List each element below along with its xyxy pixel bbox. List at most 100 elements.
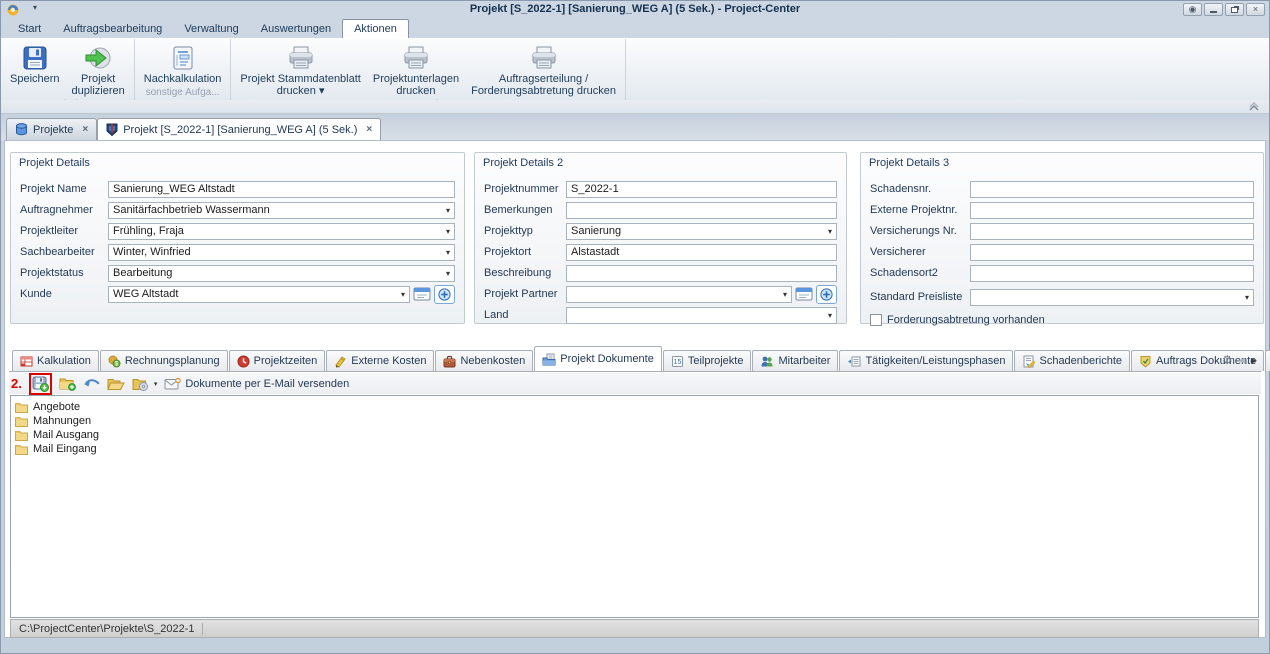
folder-archive-button[interactable]: ▾ xyxy=(132,377,158,391)
ribbon-tab-aktionen[interactable]: Aktionen xyxy=(342,19,409,38)
speichern-button[interactable]: Speichern xyxy=(4,41,66,87)
add-document-button[interactable] xyxy=(59,376,76,391)
dropdown-arrow-icon[interactable]: ▾ xyxy=(442,269,450,278)
kunde-add-button[interactable] xyxy=(434,284,455,304)
forderungsabtretung-checkbox[interactable] xyxy=(870,314,882,326)
ribbon-group-sonstige: Nachkalkulation sonstige Aufga... xyxy=(135,39,232,100)
dropdown-arrow-icon[interactable]: ▾ xyxy=(824,227,832,236)
project-shield-icon xyxy=(106,123,118,136)
ribbon-tab-start[interactable]: Start xyxy=(7,20,52,38)
tab-scroll-right-icon[interactable]: ▶ xyxy=(1251,356,1257,365)
tab-kalkulation[interactable]: Kalkulation xyxy=(12,350,99,371)
land-select[interactable]: ▾ xyxy=(566,306,837,324)
fullscreen-button[interactable]: ◉ xyxy=(1183,3,1202,16)
stammdatenblatt-drucken-button[interactable]: Projekt Stammdatenblatt drucken ▾ xyxy=(234,41,366,99)
partner-add-button[interactable] xyxy=(816,284,837,304)
ribbon-tab-auswertungen[interactable]: Auswertungen xyxy=(250,20,342,38)
minimize-button[interactable] xyxy=(1204,3,1223,16)
tab-settings-gear-icon[interactable]: ⚙ xyxy=(1222,353,1233,367)
teilprojekte-icon: 15 xyxy=(671,355,683,367)
schadensnr-input[interactable] xyxy=(970,180,1254,198)
send-documents-email-button[interactable]: Dokumente per E-Mail versenden xyxy=(164,377,349,390)
dropdown-arrow-icon[interactable]: ▾ xyxy=(442,248,450,257)
dropdown-arrow-icon[interactable]: ▾ xyxy=(824,311,832,320)
restore-button[interactable] xyxy=(1225,3,1244,16)
projekt-duplizieren-button[interactable]: Projekt duplizieren xyxy=(66,41,131,99)
projekttyp-select[interactable]: Sanierung ▾ xyxy=(566,222,837,240)
nachkalkulation-icon xyxy=(171,43,195,73)
nachkalkulation-button[interactable]: Nachkalkulation xyxy=(138,41,228,87)
tab-nebenkosten[interactable]: Nebenkosten xyxy=(435,350,534,371)
field-label: Projekt Partner xyxy=(484,288,558,300)
open-folder-button[interactable] xyxy=(107,377,125,391)
dropdown-arrow-icon[interactable]: ▾ xyxy=(154,380,158,388)
bemerkungen-input[interactable] xyxy=(566,201,837,219)
save-document-icon[interactable] xyxy=(32,376,49,392)
projektunterlagen-drucken-button[interactable]: Projektunterlagen drucken xyxy=(367,41,465,99)
documents-tree: Angebote Mahnungen Mail Ausgang Mail Ein… xyxy=(10,395,1259,618)
ribbon-collapse-icon[interactable] xyxy=(1247,102,1261,112)
schadensort2-input[interactable] xyxy=(970,264,1254,282)
projektnummer-input[interactable]: S_2022-1 xyxy=(566,180,837,198)
tab-scroll-left-icon[interactable]: ◀ xyxy=(1239,356,1245,365)
tab-close-icon[interactable]: × xyxy=(82,124,88,135)
tree-item-angebote[interactable]: Angebote xyxy=(11,400,1258,414)
tab-aktivitaeten[interactable]: Aktivitäten xyxy=(1265,350,1270,371)
ribbon-footer xyxy=(1,100,1269,114)
tab-projektzeiten[interactable]: Projektzeiten xyxy=(228,350,326,371)
projektort-input[interactable]: Alstastadt xyxy=(566,243,837,261)
send-documents-email-label: Dokumente per E-Mail versenden xyxy=(185,377,350,390)
projektstatus-select[interactable]: Bearbeitung ▾ xyxy=(108,264,455,282)
tree-item-mahnungen[interactable]: Mahnungen xyxy=(11,414,1258,428)
partner-lookup-icon[interactable] xyxy=(795,287,813,301)
annotation-highlight-box xyxy=(28,372,52,395)
undo-arrow-icon xyxy=(83,378,100,386)
tab-projekt-dokumente[interactable]: Projekt Dokumente xyxy=(534,346,662,371)
projektleiter-select[interactable]: Frühling, Fraja ▾ xyxy=(108,222,455,240)
externe-projektnr-input[interactable] xyxy=(970,201,1254,219)
close-button[interactable]: × xyxy=(1246,3,1265,16)
kalkulation-icon xyxy=(20,356,33,366)
documents-status-bar: C:\ProjectCenter\Projekte\S_2022-1 xyxy=(10,619,1259,638)
beschreibung-input[interactable] xyxy=(566,264,837,282)
undo-button[interactable] xyxy=(83,377,100,391)
app-window: ▾ Projekt [S_2022-1] [Sanierung_WEG A] (… xyxy=(0,0,1270,654)
taetigkeiten-icon xyxy=(848,356,861,366)
ribbon-tab-verwaltung[interactable]: Verwaltung xyxy=(173,20,249,38)
kunde-select[interactable]: WEG Altstadt ▾ xyxy=(108,285,410,303)
versicherungs-nr-input[interactable] xyxy=(970,222,1254,240)
tab-close-icon[interactable]: × xyxy=(366,124,372,135)
title-bar: ▾ Projekt [S_2022-1] [Sanierung_WEG A] (… xyxy=(1,1,1269,19)
nebenkosten-icon xyxy=(443,355,456,367)
documents-path: C:\ProjectCenter\Projekte\S_2022-1 xyxy=(19,622,195,635)
dropdown-arrow-icon[interactable]: ▾ xyxy=(397,290,405,299)
tab-projekte[interactable]: Projekte × xyxy=(6,118,98,140)
versicherer-input[interactable] xyxy=(970,243,1254,261)
projekt-name-input[interactable]: Sanierung_WEG Altstadt xyxy=(108,180,455,198)
auftragnehmer-select[interactable]: Sanitärfachbetrieb Wassermann ▾ xyxy=(108,201,455,219)
dropdown-arrow-icon[interactable]: ▾ xyxy=(1241,293,1249,302)
tab-projekt-detail[interactable]: Projekt [S_2022-1] [Sanierung_WEG A] (5 … xyxy=(97,118,382,140)
kunde-lookup-icon[interactable] xyxy=(413,287,431,301)
svg-text:15: 15 xyxy=(673,358,681,365)
sachbearbeiter-select[interactable]: Winter, Winfried ▾ xyxy=(108,243,455,261)
tree-item-mail-ausgang[interactable]: Mail Ausgang xyxy=(11,428,1258,442)
tab-externe-kosten[interactable]: Externe Kosten xyxy=(326,350,435,371)
tab-rechnungsplanung[interactable]: $ Rechnungsplanung xyxy=(99,350,228,371)
tab-teilprojekte[interactable]: 15 Teilprojekte xyxy=(662,350,752,371)
auftrags-dokumente-icon xyxy=(1140,355,1151,368)
auftragserteilung-drucken-button[interactable]: Auftragserteilung / Forderungsabtretung d… xyxy=(465,41,622,99)
tree-item-mail-eingang[interactable]: Mail Eingang xyxy=(11,442,1258,456)
ribbon-tab-auftragsbearbeitung[interactable]: Auftragsbearbeitung xyxy=(52,20,173,38)
dropdown-arrow-icon[interactable]: ▾ xyxy=(442,206,450,215)
tab-taetigkeiten[interactable]: Tätigkeiten/Leistungsphasen xyxy=(839,350,1014,371)
projekt-partner-select[interactable]: ▾ xyxy=(566,285,792,303)
tab-schadenberichte[interactable]: Schadenberichte xyxy=(1014,350,1131,371)
tab-mitarbeiter[interactable]: Mitarbeiter xyxy=(752,350,839,371)
dropdown-arrow-icon[interactable]: ▾ xyxy=(779,290,787,299)
ribbon-group-bearbeiten: Speichern Projektduplizieren Bearbeiten xyxy=(1,39,135,110)
field-label: Projektnummer xyxy=(484,183,559,195)
tab-projekt-detail-label: Projekt [S_2022-1] [Sanierung_WEG A] (5 … xyxy=(123,123,358,136)
dropdown-arrow-icon[interactable]: ▾ xyxy=(442,227,450,236)
standard-preisliste-select[interactable]: ▾ xyxy=(970,288,1254,306)
